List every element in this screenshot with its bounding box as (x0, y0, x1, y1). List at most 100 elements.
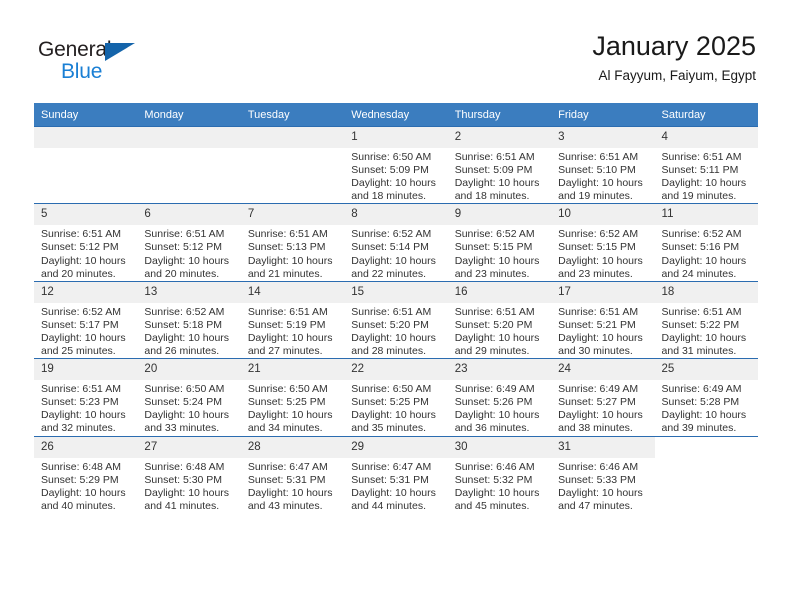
day-sun-info-line: Sunset: 5:22 PM (661, 318, 740, 331)
calendar-day-cell[interactable]: 28 Sunrise: 6:47 AM Sunset: 5:31 PM Dayligh… (240, 435, 345, 513)
calendar-day-cell[interactable]: 29 Sunrise: 6:47 AM Sunset: 5:31 PM Dayligh… (344, 435, 448, 513)
day-sun-info: Sunrise: 6:46 AM Sunset: 5:32 PM Daylight:… (448, 458, 551, 513)
day-sun-info-line: Sunrise: 6:51 AM (41, 383, 121, 396)
day-sun-info: Sunrise: 6:46 AM Sunset: 5:33 PM Daylight:… (551, 458, 654, 513)
calendar-day-cell[interactable]: 10 Sunrise: 6:52 AM Sunset: 5:15 PM Dayligh… (551, 203, 655, 282)
calendar-day-cell[interactable]: 18 Sunrise: 6:51 AM Sunset: 5:22 PM Dayligh… (654, 280, 758, 359)
day-sun-info: Sunrise: 6:52 AM Sunset: 5:18 PM Daylight:… (137, 303, 240, 358)
day-sun-info-line: Sunrise: 6:52 AM (144, 305, 225, 318)
day-sun-info-line: Daylight: 10 hours (351, 254, 436, 267)
calendar-day-cell[interactable]: 8 Sunrise: 6:52 AM Sunset: 5:14 PM Daylight… (344, 203, 448, 282)
day-sun-info-line: and 34 minutes. (247, 422, 323, 435)
day-sun-info: Sunrise: 6:50 AM Sunset: 5:25 PM Daylight:… (241, 380, 344, 435)
calendar-day-cell[interactable]: 26 Sunrise: 6:48 AM Sunset: 5:29 PM Dayligh… (34, 435, 138, 513)
general-blue-logo[interactable]: General Blue (38, 38, 168, 86)
day-number (240, 127, 345, 148)
day-sun-info-line: Sunset: 5:15 PM (558, 241, 636, 254)
day-sun-info-line: Sunrise: 6:51 AM (454, 305, 535, 318)
calendar-day-cell[interactable]: 19 Sunrise: 6:51 AM Sunset: 5:23 PM Dayligh… (34, 358, 138, 436)
weekday-header-friday: Friday (551, 103, 655, 127)
day-sun-info: Sunrise: 6:51 AM Sunset: 5:21 PM Daylight:… (551, 303, 654, 358)
calendar-day-cell[interactable]: 16 Sunrise: 6:51 AM Sunset: 5:20 PM Dayligh… (447, 280, 552, 359)
calendar-day-cell[interactable]: 22 Sunrise: 6:50 AM Sunset: 5:25 PM Dayligh… (344, 358, 448, 436)
day-number: 21 (240, 359, 345, 381)
calendar-day-cell[interactable]: 24 Sunrise: 6:49 AM Sunset: 5:27 PM Dayligh… (551, 358, 655, 436)
calendar-day-cell[interactable]: 9 Sunrise: 6:52 AM Sunset: 5:15 PM Daylight… (447, 203, 552, 282)
calendar-day-cell[interactable]: 7 Sunrise: 6:51 AM Sunset: 5:13 PM Daylight… (240, 203, 345, 282)
calendar-day-cell[interactable]: 5 Sunrise: 6:51 AM Sunset: 5:12 PM Daylight… (34, 203, 138, 282)
day-sun-info: Sunrise: 6:50 AM Sunset: 5:09 PM Daylight:… (344, 148, 447, 203)
day-sun-info-line: Daylight: 10 hours (351, 486, 436, 499)
calendar-day-cell[interactable]: 2 Sunrise: 6:51 AM Sunset: 5:09 PM Daylight… (447, 125, 552, 204)
day-sun-info-line: Sunset: 5:29 PM (41, 473, 119, 486)
day-sun-info-line: Sunset: 5:15 PM (454, 241, 533, 254)
day-sun-info-line: Sunset: 5:25 PM (351, 396, 429, 409)
day-number: 23 (447, 359, 552, 381)
day-number (655, 437, 758, 458)
calendar-day-cell[interactable]: 17 Sunrise: 6:51 AM Sunset: 5:21 PM Dayligh… (551, 280, 655, 359)
day-sun-info-line: Sunset: 5:14 PM (351, 241, 429, 254)
logo-text-general: General (38, 38, 112, 61)
day-sun-info-line: Sunrise: 6:51 AM (41, 228, 121, 241)
calendar-day-cell[interactable]: 12 Sunrise: 6:52 AM Sunset: 5:17 PM Dayligh… (34, 280, 138, 359)
day-sun-info-line: Daylight: 10 hours (454, 409, 540, 422)
day-sun-info-line: Sunrise: 6:52 AM (351, 228, 432, 241)
calendar-day-cell[interactable]: 30 Sunrise: 6:46 AM Sunset: 5:32 PM Dayligh… (447, 435, 552, 513)
day-sun-info-line: Daylight: 10 hours (41, 254, 126, 267)
calendar-day-cell[interactable]: 23 Sunrise: 6:49 AM Sunset: 5:26 PM Dayligh… (447, 358, 552, 436)
day-sun-info-line: Daylight: 10 hours (558, 254, 643, 267)
day-number: 7 (240, 204, 345, 226)
day-sun-info: Sunrise: 6:51 AM Sunset: 5:11 PM Daylight:… (655, 148, 758, 203)
day-sun-info-line: Sunset: 5:12 PM (144, 241, 223, 254)
day-sun-info-line: Daylight: 10 hours (661, 254, 747, 267)
day-number: 28 (240, 436, 345, 458)
title-block: January 2025 Al Fayyum, Faiyum, Egypt (592, 30, 756, 86)
day-sun-info-line: Daylight: 10 hours (661, 177, 747, 190)
day-sun-info: Sunrise: 6:51 AM Sunset: 5:22 PM Daylight:… (655, 303, 758, 358)
day-sun-info-line: Daylight: 10 hours (454, 254, 540, 267)
calendar-week-row: 1 Sunrise: 6:50 AM Sunset: 5:09 PM Daylight… (34, 125, 758, 204)
day-sun-info-line: and 36 minutes. (454, 422, 530, 435)
day-sun-info-line: and 44 minutes. (351, 499, 426, 512)
day-number: 25 (654, 359, 758, 381)
day-sun-info-line: Daylight: 10 hours (454, 177, 540, 190)
day-sun-info-line: Sunrise: 6:46 AM (454, 460, 535, 473)
calendar-day-cell[interactable]: 6 Sunrise: 6:51 AM Sunset: 5:12 PM Daylight… (137, 203, 241, 282)
day-sun-info: Sunrise: 6:51 AM Sunset: 5:20 PM Daylight:… (344, 303, 447, 358)
day-sun-info-line: Sunrise: 6:50 AM (144, 383, 225, 396)
weekday-header-tuesday: Tuesday (240, 103, 345, 127)
day-sun-info: Sunrise: 6:52 AM Sunset: 5:14 PM Daylight:… (344, 225, 447, 280)
day-sun-info-line: Sunset: 5:20 PM (351, 318, 429, 331)
day-sun-info-line: Daylight: 10 hours (41, 331, 126, 344)
calendar-day-cell[interactable]: 13 Sunrise: 6:52 AM Sunset: 5:18 PM Dayligh… (137, 280, 241, 359)
day-sun-info-line: Sunrise: 6:51 AM (144, 228, 225, 241)
calendar-day-cell[interactable]: 11 Sunrise: 6:52 AM Sunset: 5:16 PM Dayligh… (654, 203, 758, 282)
day-sun-info-line: Sunset: 5:30 PM (144, 473, 223, 486)
day-sun-info-line: and 35 minutes. (351, 422, 426, 435)
calendar-day-cell[interactable]: 4 Sunrise: 6:51 AM Sunset: 5:11 PM Daylight… (654, 125, 758, 204)
day-sun-info-line: and 32 minutes. (41, 422, 116, 435)
calendar-day-cell[interactable]: 25 Sunrise: 6:49 AM Sunset: 5:28 PM Dayligh… (654, 358, 758, 436)
logo-triangle-icon (105, 43, 135, 61)
calendar-day-cell[interactable]: 3 Sunrise: 6:51 AM Sunset: 5:10 PM Daylight… (551, 125, 655, 204)
day-sun-info-line: Sunrise: 6:52 AM (558, 228, 639, 241)
calendar-day-cell[interactable]: 21 Sunrise: 6:50 AM Sunset: 5:25 PM Dayligh… (240, 358, 345, 436)
calendar-day-cell[interactable]: 20 Sunrise: 6:50 AM Sunset: 5:24 PM Dayligh… (137, 358, 241, 436)
day-sun-info-line: Sunset: 5:12 PM (41, 241, 119, 254)
calendar-day-cell[interactable]: 14 Sunrise: 6:51 AM Sunset: 5:19 PM Dayligh… (240, 280, 345, 359)
day-sun-info: Sunrise: 6:52 AM Sunset: 5:17 PM Daylight:… (34, 303, 137, 358)
day-sun-info-line: Sunrise: 6:51 AM (247, 228, 328, 241)
day-sun-info-line: Daylight: 10 hours (247, 254, 333, 267)
calendar-day-cell[interactable]: 15 Sunrise: 6:51 AM Sunset: 5:20 PM Dayligh… (344, 280, 448, 359)
day-number: 16 (447, 281, 552, 303)
day-sun-info: Sunrise: 6:52 AM Sunset: 5:16 PM Daylight:… (655, 225, 758, 280)
day-number: 17 (551, 281, 655, 303)
day-number: 18 (654, 281, 758, 303)
calendar-day-cell[interactable]: 27 Sunrise: 6:48 AM Sunset: 5:30 PM Dayligh… (137, 435, 241, 513)
day-sun-info-line: Daylight: 10 hours (144, 331, 230, 344)
calendar-header-row: Sunday Monday Tuesday Wednesday Thursday… (34, 103, 758, 127)
day-number: 11 (654, 204, 758, 226)
calendar-day-cell[interactable]: 31 Sunrise: 6:46 AM Sunset: 5:33 PM Dayligh… (551, 435, 655, 513)
day-sun-info-line: Sunrise: 6:48 AM (144, 460, 225, 473)
calendar-day-cell[interactable]: 1 Sunrise: 6:50 AM Sunset: 5:09 PM Daylight… (344, 125, 448, 204)
